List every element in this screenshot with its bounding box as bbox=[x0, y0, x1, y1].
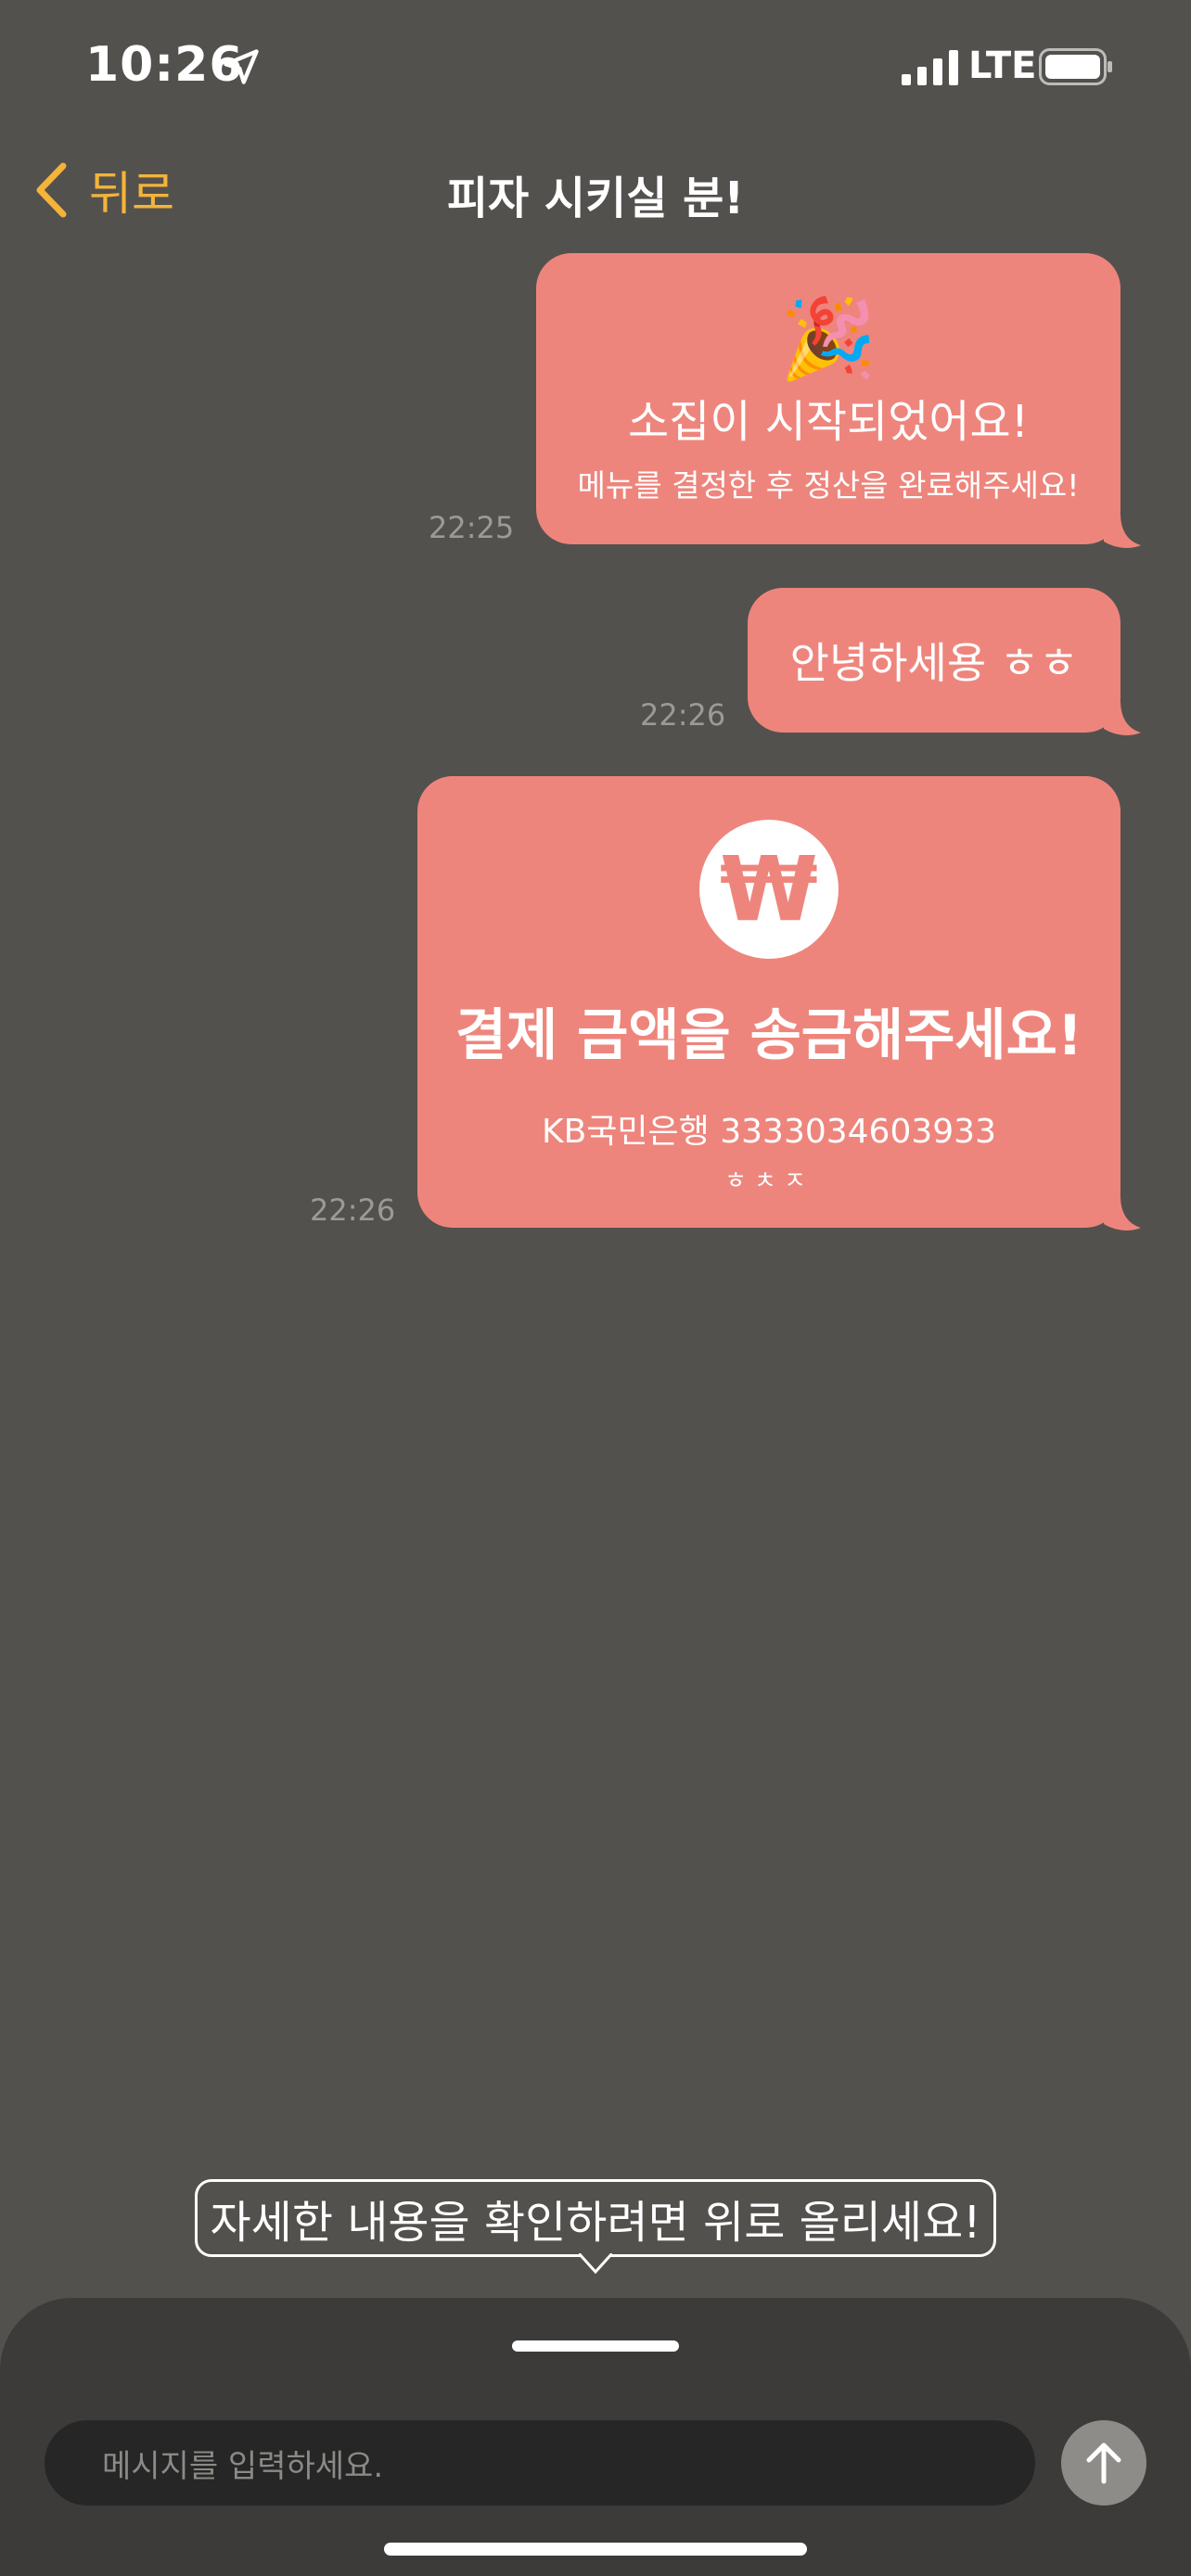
message-input[interactable]: 메시지를 입력하세요. bbox=[45, 2420, 1035, 2506]
message-time: 22:26 bbox=[310, 1192, 396, 1228]
battery-icon bbox=[1039, 48, 1112, 85]
message-time: 22:25 bbox=[429, 510, 515, 545]
payment-request-message[interactable]: ₩ 결제 금액을 송금해주세요! KB국민은행 3333034603933 ㅎㅊ… bbox=[417, 776, 1121, 1228]
message-time: 22:26 bbox=[640, 697, 726, 733]
send-button[interactable] bbox=[1061, 2420, 1146, 2506]
signal-icon bbox=[902, 50, 958, 85]
home-indicator bbox=[384, 2543, 807, 2556]
bank-account: KB국민은행 3333034603933 bbox=[542, 1113, 996, 1151]
message-title: 소집이 시작되었어요! bbox=[628, 396, 1029, 448]
chat-title: 피자 시키실 분! bbox=[446, 172, 745, 224]
message-text: 안녕하세용 ㅎㅎ bbox=[789, 638, 1079, 688]
account-holder: ㅎㅊㅈ bbox=[724, 1167, 813, 1195]
party-popper-icon: 🎉 bbox=[779, 293, 877, 384]
text-message: 안녕하세용 ㅎㅎ bbox=[748, 588, 1121, 733]
message-subtitle: 메뉴를 결정한 후 정산을 완료해주세요! bbox=[577, 467, 1080, 504]
input-placeholder: 메시지를 입력하세요. bbox=[102, 2447, 384, 2485]
won-icon: ₩ bbox=[699, 820, 839, 959]
bubble-tail bbox=[1104, 701, 1141, 735]
network-label: LTE bbox=[968, 45, 1037, 87]
gathering-started-message: 🎉 소집이 시작되었어요! 메뉴를 결정한 후 정산을 완료해주세요! bbox=[536, 253, 1121, 544]
drag-handle[interactable] bbox=[512, 2340, 679, 2352]
arrow-up-icon bbox=[1086, 2442, 1121, 2484]
status-time: 10:26 bbox=[85, 37, 244, 93]
swipe-up-hint: 자세한 내용을 확인하려면 위로 올리세요! bbox=[195, 2179, 996, 2257]
location-arrow-icon bbox=[224, 49, 259, 84]
bubble-tail bbox=[1104, 514, 1141, 548]
bubble-tail bbox=[1104, 1196, 1141, 1231]
payment-title: 결제 금액을 송금해주세요! bbox=[455, 1003, 1083, 1068]
bottom-sheet[interactable]: 메시지를 입력하세요. bbox=[0, 2298, 1191, 2576]
hint-pointer bbox=[579, 2253, 612, 2275]
